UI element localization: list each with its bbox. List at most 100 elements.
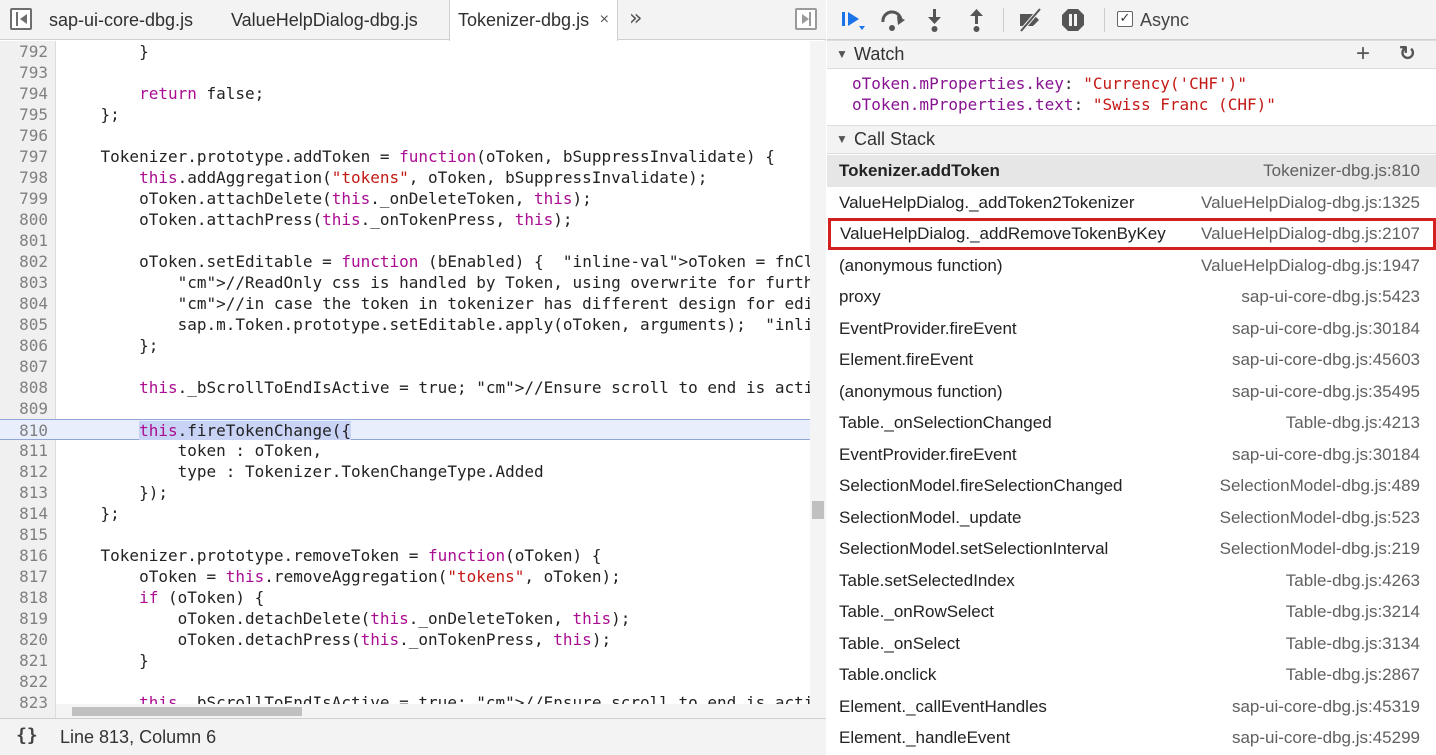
- code-line[interactable]: 809: [0, 398, 810, 419]
- call-frame[interactable]: Table._onSelect Table-dbg.js:3134: [827, 628, 1436, 660]
- call-frame[interactable]: Table.onclick Table-dbg.js:2867: [827, 659, 1436, 691]
- deactivate-breakpoints-icon[interactable]: [1016, 6, 1044, 34]
- line-number[interactable]: 798: [0, 167, 48, 188]
- code-line[interactable]: 811 token : oToken,: [0, 440, 810, 461]
- expand-arrow-icon[interactable]: ▼: [836, 41, 848, 68]
- call-frame-location[interactable]: sap-ui-core-dbg.js:30184: [1232, 313, 1420, 344]
- line-number[interactable]: 810: [0, 420, 48, 441]
- line-number[interactable]: 799: [0, 188, 48, 209]
- line-number[interactable]: 796: [0, 125, 48, 146]
- call-frame-location[interactable]: ValueHelpDialog-dbg.js:2107: [1201, 221, 1420, 246]
- call-frame-location[interactable]: SelectionModel-dbg.js:219: [1220, 533, 1420, 564]
- watch-expression[interactable]: oToken.mProperties.text: "Swiss Franc (C…: [852, 94, 1276, 115]
- line-number[interactable]: 797: [0, 146, 48, 167]
- current-execution-line[interactable]: 810 this.fireTokenChange({: [0, 419, 810, 440]
- call-frame[interactable]: SelectionModel.setSelectionInterval Selec…: [827, 533, 1436, 565]
- tab-sap-ui-core[interactable]: sap-ui-core-dbg.js: [49, 0, 193, 40]
- code-line[interactable]: 820 oToken.detachPress(this._onTokenPres…: [0, 629, 810, 650]
- line-number[interactable]: 803: [0, 272, 48, 293]
- line-number[interactable]: 812: [0, 461, 48, 482]
- watch-expression[interactable]: oToken.mProperties.key: "Currency('CHF')…: [852, 73, 1247, 94]
- expand-arrow-icon[interactable]: ▼: [836, 126, 848, 153]
- code-line[interactable]: 807: [0, 356, 810, 377]
- call-frame[interactable]: Element.fireEvent sap-ui-core-dbg.js:4560…: [827, 344, 1436, 376]
- line-number[interactable]: 805: [0, 314, 48, 335]
- code-line[interactable]: 800 oToken.attachPress(this._onTokenPres…: [0, 209, 810, 230]
- code-line[interactable]: 808 this._bScrollToEndIsActive = true; "…: [0, 377, 826, 398]
- pretty-print-icon[interactable]: {}: [16, 725, 38, 746]
- code-line[interactable]: 792 }: [0, 41, 810, 62]
- horizontal-scrollbar[interactable]: [56, 704, 810, 718]
- line-number[interactable]: 792: [0, 41, 48, 62]
- code-line[interactable]: 806 };: [0, 335, 810, 356]
- line-number[interactable]: 804: [0, 293, 48, 314]
- call-frame[interactable]: Element._handleEvent sap-ui-core-dbg.js:4…: [827, 722, 1436, 754]
- add-watch-icon[interactable]: +: [1356, 41, 1370, 67]
- line-number[interactable]: 816: [0, 545, 48, 566]
- call-frame-location[interactable]: Table-dbg.js:4263: [1286, 565, 1420, 596]
- async-checkbox[interactable]: ✓: [1117, 11, 1133, 27]
- line-number[interactable]: 811: [0, 440, 48, 461]
- call-frame-location[interactable]: SelectionModel-dbg.js:489: [1220, 470, 1420, 501]
- call-frame-location[interactable]: sap-ui-core-dbg.js:30184: [1232, 439, 1420, 470]
- code-line[interactable]: 799 oToken.attachDelete(this._onDeleteTo…: [0, 188, 810, 209]
- call-frame[interactable]: SelectionModel._update SelectionModel-dbg…: [827, 502, 1436, 534]
- call-frame-location[interactable]: ValueHelpDialog-dbg.js:1325: [1201, 187, 1420, 218]
- line-number[interactable]: 800: [0, 209, 48, 230]
- line-number[interactable]: 822: [0, 671, 48, 692]
- line-number[interactable]: 819: [0, 608, 48, 629]
- call-frame[interactable]: Table._onSelectionChanged Table-dbg.js:42…: [827, 407, 1436, 439]
- line-number[interactable]: 818: [0, 587, 48, 608]
- code-line[interactable]: 795 };: [0, 104, 810, 125]
- code-line[interactable]: 798 this.addAggregation("tokens", oToken…: [0, 167, 810, 188]
- resume-icon[interactable]: [839, 6, 867, 34]
- code-line[interactable]: 804 "cm">//in case the token in tokenize…: [0, 293, 826, 314]
- call-frame-location[interactable]: sap-ui-core-dbg.js:45299: [1232, 722, 1420, 753]
- close-tab-icon[interactable]: ×: [600, 0, 609, 40]
- more-tabs-icon[interactable]: »: [629, 0, 642, 40]
- call-frame[interactable]: EventProvider.fireEvent sap-ui-core-dbg.j…: [827, 439, 1436, 471]
- step-out-icon[interactable]: [963, 6, 991, 34]
- line-number[interactable]: 793: [0, 62, 48, 83]
- line-number[interactable]: 809: [0, 398, 48, 419]
- line-number[interactable]: 820: [0, 629, 48, 650]
- call-frame[interactable]: ValueHelpDialog._addToken2Tokenizer Value…: [827, 187, 1436, 219]
- code-line[interactable]: 822: [0, 671, 810, 692]
- code-line[interactable]: 819 oToken.detachDelete(this._onDeleteTo…: [0, 608, 810, 629]
- code-line[interactable]: 814 };: [0, 503, 810, 524]
- line-number[interactable]: 794: [0, 83, 48, 104]
- toggle-debugger-icon[interactable]: [795, 8, 817, 30]
- code-editor[interactable]: 792 } 793 794 return false; 795 }; 796 797 To…: [0, 41, 826, 718]
- line-number[interactable]: 807: [0, 356, 48, 377]
- code-line[interactable]: 801: [0, 230, 810, 251]
- code-line[interactable]: 803 "cm">//ReadOnly css is handled by To…: [0, 272, 826, 293]
- code-line[interactable]: 812 type : Tokenizer.TokenChangeType.Add…: [0, 461, 810, 482]
- line-number[interactable]: 813: [0, 482, 48, 503]
- line-number[interactable]: 815: [0, 524, 48, 545]
- code-line[interactable]: 796: [0, 125, 810, 146]
- line-number[interactable]: 802: [0, 251, 48, 272]
- step-into-icon[interactable]: [921, 6, 949, 34]
- vertical-scroll-thumb[interactable]: [812, 501, 824, 519]
- call-frame[interactable]: (anonymous function) ValueHelpDialog-dbg.…: [827, 250, 1436, 282]
- code-line[interactable]: 793: [0, 62, 810, 83]
- call-frame-location[interactable]: Tokenizer-dbg.js:810: [1263, 155, 1420, 186]
- step-over-icon[interactable]: [879, 6, 907, 34]
- call-frame-location[interactable]: sap-ui-core-dbg.js:45319: [1232, 691, 1420, 722]
- refresh-icon[interactable]: ↻: [1399, 41, 1416, 68]
- call-frame[interactable]: Element._callEventHandles sap-ui-core-dbg…: [827, 691, 1436, 723]
- async-label[interactable]: Async: [1140, 0, 1189, 40]
- code-line[interactable]: 797 Tokenizer.prototype.addToken = funct…: [0, 146, 810, 167]
- call-frame-selected[interactable]: Tokenizer.addToken Tokenizer-dbg.js:810: [827, 155, 1436, 187]
- code-line[interactable]: 815: [0, 524, 810, 545]
- code-line[interactable]: 794 return false;: [0, 83, 810, 104]
- call-frame-location[interactable]: Table-dbg.js:4213: [1286, 407, 1420, 438]
- line-number[interactable]: 821: [0, 650, 48, 671]
- line-number[interactable]: 817: [0, 566, 48, 587]
- line-number[interactable]: 823: [0, 692, 48, 713]
- line-number[interactable]: 814: [0, 503, 48, 524]
- call-frame[interactable]: proxy sap-ui-core-dbg.js:5423: [827, 281, 1436, 313]
- toggle-navigator-icon[interactable]: [10, 8, 32, 30]
- code-line[interactable]: 816 Tokenizer.prototype.removeToken = fu…: [0, 545, 810, 566]
- vertical-scrollbar[interactable]: [810, 41, 826, 718]
